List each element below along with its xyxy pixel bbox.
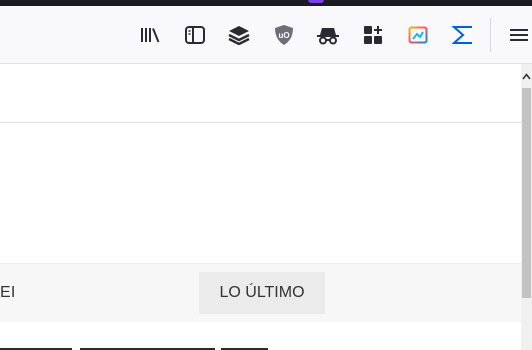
- section-nav-bar: EI LO ÚLTIMO: [0, 263, 521, 322]
- toolbar-separator: [490, 18, 491, 52]
- sidebar-icon: [185, 26, 205, 44]
- menu-icon: [510, 29, 528, 41]
- screenshot-icon: [408, 26, 428, 44]
- tab-lo-ultimo[interactable]: LO ÚLTIMO: [199, 272, 325, 314]
- chevron-up-icon: [522, 72, 531, 79]
- incognito-button[interactable]: [315, 22, 341, 48]
- sum-button[interactable]: [450, 22, 476, 48]
- scroll-up-button[interactable]: [521, 70, 532, 82]
- scrollbar-thumb[interactable]: [522, 88, 531, 298]
- library-button[interactable]: [137, 22, 163, 48]
- ublock-badge-text: uO: [278, 31, 289, 40]
- layers-button[interactable]: [226, 22, 252, 48]
- sum-icon: [451, 26, 472, 44]
- menu-button[interactable]: [505, 22, 531, 48]
- add-apps-icon: [364, 26, 382, 44]
- layers-icon: [228, 26, 250, 45]
- library-icon: [141, 28, 160, 43]
- sidebar-button[interactable]: [182, 22, 208, 48]
- nav-item-left[interactable]: EI: [0, 284, 16, 302]
- vertical-scrollbar[interactable]: [521, 64, 532, 350]
- add-apps-button[interactable]: [360, 22, 386, 48]
- active-tab-indicator: [308, 0, 324, 3]
- incognito-icon: [317, 28, 339, 45]
- page-content: EI LO ÚLTIMO: [0, 64, 521, 350]
- header-divider: [0, 122, 521, 123]
- screenshot-button[interactable]: [405, 22, 431, 48]
- ublock-origin-icon: uO: [275, 25, 293, 45]
- ublock-origin-button[interactable]: uO: [271, 22, 297, 48]
- browser-toolbar: uO: [0, 6, 532, 64]
